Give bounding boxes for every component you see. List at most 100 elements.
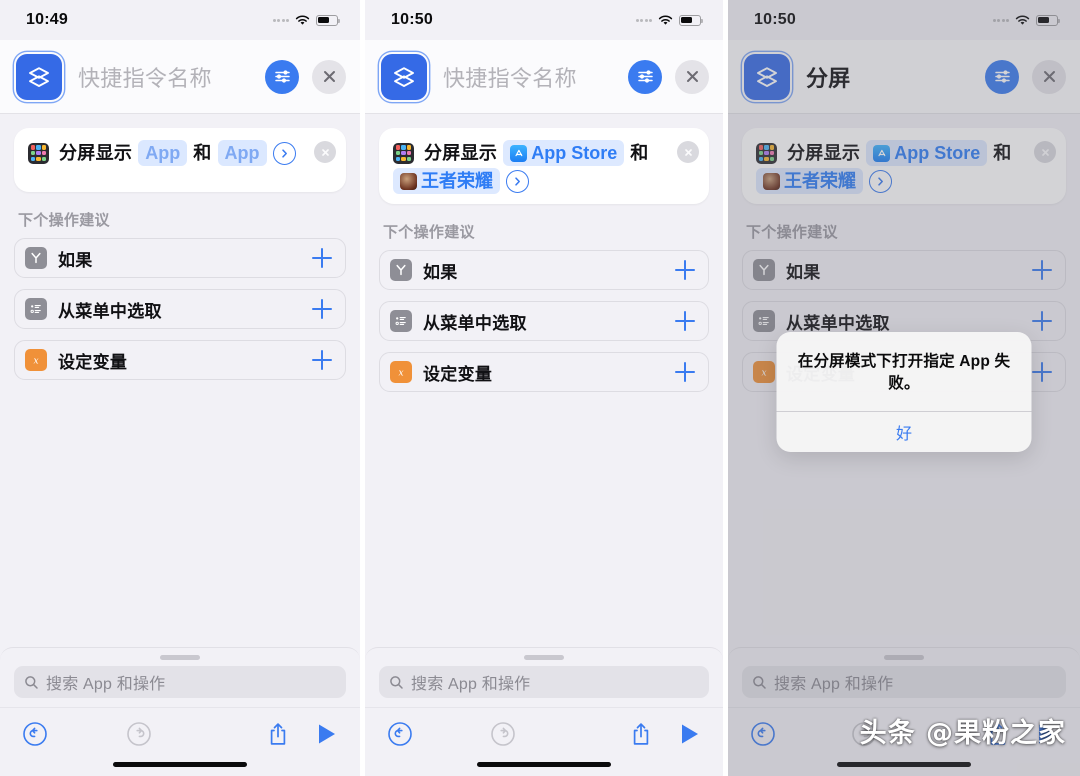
share-icon[interactable] xyxy=(266,721,290,747)
shortcut-layers-icon[interactable] xyxy=(16,54,62,100)
suggestion-row-if[interactable]: 如果 xyxy=(742,250,1066,290)
play-icon[interactable] xyxy=(316,722,338,746)
delete-circle-icon[interactable] xyxy=(314,141,336,163)
shortcut-header: 分屏 xyxy=(728,40,1080,114)
sheet-grabber[interactable] xyxy=(884,655,924,660)
home-indicator xyxy=(837,762,971,767)
plus-icon[interactable] xyxy=(312,299,332,319)
alert-ok-button[interactable]: 好 xyxy=(777,412,1032,452)
action-chip-app2[interactable]: 王者荣耀 xyxy=(393,168,500,194)
action-label: 分屏显示 xyxy=(787,138,860,168)
signal-dots-icon xyxy=(993,19,1010,22)
menu-list-icon xyxy=(25,298,47,320)
svg-text:x: x xyxy=(398,368,403,378)
search-sheet: 搜索 App 和操作 xyxy=(728,647,1080,707)
alert-message: 在分屏模式下打开指定 App 失败。 xyxy=(797,351,1012,394)
status-indicators xyxy=(273,15,339,26)
redo-icon[interactable] xyxy=(126,721,152,747)
suggestion-row-set-variable[interactable]: x 设定变量 xyxy=(379,352,709,392)
share-icon[interactable] xyxy=(629,721,653,747)
suggestion-row-choose-from-menu[interactable]: 从菜单中选取 xyxy=(379,301,709,341)
suggestion-row-set-variable[interactable]: x 设定变量 xyxy=(14,340,346,380)
alert-body: 在分屏模式下打开指定 App 失败。 xyxy=(777,332,1032,411)
action-content: 分屏显示 App 和 App xyxy=(28,138,314,168)
close-icon[interactable] xyxy=(312,60,346,94)
undo-icon[interactable] xyxy=(387,721,413,747)
if-branch-icon xyxy=(753,259,775,281)
suggestions-list: 如果 从菜单中选取 x 设定变量 xyxy=(379,250,709,392)
close-icon[interactable] xyxy=(1032,60,1066,94)
delete-circle-icon[interactable] xyxy=(1034,141,1056,163)
chevron-right-circle-icon[interactable] xyxy=(506,170,529,193)
plus-icon[interactable] xyxy=(675,260,695,280)
plus-icon[interactable] xyxy=(312,248,332,268)
chevron-right-circle-icon[interactable] xyxy=(869,170,892,193)
plus-icon[interactable] xyxy=(1032,260,1052,280)
search-placeholder: 搜索 App 和操作 xyxy=(774,670,893,694)
sliders-icon[interactable] xyxy=(265,60,299,94)
play-icon[interactable] xyxy=(679,722,701,746)
plus-icon[interactable] xyxy=(675,362,695,382)
plus-icon[interactable] xyxy=(1032,362,1052,382)
action-content: 分屏显示 App Store 和 王者荣耀 xyxy=(393,138,677,194)
honor-of-kings-label: 王者荣耀 xyxy=(421,169,493,193)
suggestion-row-choose-from-menu[interactable]: 从菜单中选取 xyxy=(14,289,346,329)
search-icon xyxy=(24,675,39,690)
app-library-grid-icon xyxy=(393,143,414,164)
shortcut-name-input[interactable]: 快捷指令名称 xyxy=(443,61,628,93)
plus-icon[interactable] xyxy=(675,311,695,331)
shortcut-layers-icon[interactable] xyxy=(381,54,427,100)
app-library-grid-icon xyxy=(756,143,777,164)
app-store-icon xyxy=(510,145,527,162)
editor-toolbar xyxy=(0,707,360,759)
search-sheet: 搜索 App 和操作 xyxy=(0,647,360,707)
action-conjunction: 和 xyxy=(630,138,648,168)
search-input[interactable]: 搜索 App 和操作 xyxy=(742,666,1066,698)
status-time: 10:50 xyxy=(754,11,796,29)
status-bar: 10:49 xyxy=(0,0,360,40)
close-icon[interactable] xyxy=(675,60,709,94)
plus-icon[interactable] xyxy=(312,350,332,370)
undo-slot xyxy=(387,721,468,747)
sliders-icon[interactable] xyxy=(985,60,1019,94)
suggestion-label: 设定变量 xyxy=(58,348,312,373)
shortcut-name-input[interactable]: 快捷指令名称 xyxy=(78,61,265,93)
variable-x-icon: x xyxy=(753,361,775,383)
shortcut-name-input[interactable]: 分屏 xyxy=(806,61,985,93)
home-indicator xyxy=(113,762,247,767)
redo-icon[interactable] xyxy=(490,721,516,747)
battery-icon xyxy=(1036,15,1058,26)
action-chip-app2[interactable]: App xyxy=(218,140,267,166)
status-bar: 10:50 xyxy=(728,0,1080,40)
share-slot xyxy=(208,721,316,747)
delete-circle-icon[interactable] xyxy=(677,141,699,163)
action-card-split-screen[interactable]: 分屏显示 App Store 和 王者荣耀 xyxy=(742,128,1066,204)
undo-icon[interactable] xyxy=(750,721,776,747)
search-input[interactable]: 搜索 App 和操作 xyxy=(379,666,709,698)
sliders-icon[interactable] xyxy=(628,60,662,94)
share-slot xyxy=(572,721,679,747)
action-card-split-screen[interactable]: 分屏显示 App 和 App xyxy=(14,128,346,192)
action-chip-app1[interactable]: App xyxy=(138,140,187,166)
suggestion-row-if[interactable]: 如果 xyxy=(379,250,709,290)
search-input[interactable]: 搜索 App 和操作 xyxy=(14,666,346,698)
search-icon xyxy=(389,675,404,690)
shortcut-layers-icon[interactable] xyxy=(744,54,790,100)
plus-icon[interactable] xyxy=(1032,311,1052,331)
sheet-grabber[interactable] xyxy=(160,655,200,660)
action-card-split-screen[interactable]: 分屏显示 App Store 和 王者荣耀 xyxy=(379,128,709,204)
action-chip-app1[interactable]: App Store xyxy=(503,140,624,166)
suggestion-label: 从菜单中选取 xyxy=(58,297,312,322)
sheet-grabber[interactable] xyxy=(524,655,564,660)
suggestion-row-if[interactable]: 如果 xyxy=(14,238,346,278)
battery-icon xyxy=(316,15,338,26)
chevron-right-circle-icon[interactable] xyxy=(273,142,296,165)
action-chip-app1[interactable]: App Store xyxy=(866,140,987,166)
action-chip-app2[interactable]: 王者荣耀 xyxy=(756,168,863,194)
phone-screen-3: 10:50 分屏 xyxy=(728,0,1080,776)
status-indicators xyxy=(636,15,702,26)
phone-screen-2: 10:50 快捷指令名称 xyxy=(365,0,723,776)
undo-icon[interactable] xyxy=(22,721,48,747)
home-indicator xyxy=(477,762,611,767)
battery-icon xyxy=(679,15,701,26)
